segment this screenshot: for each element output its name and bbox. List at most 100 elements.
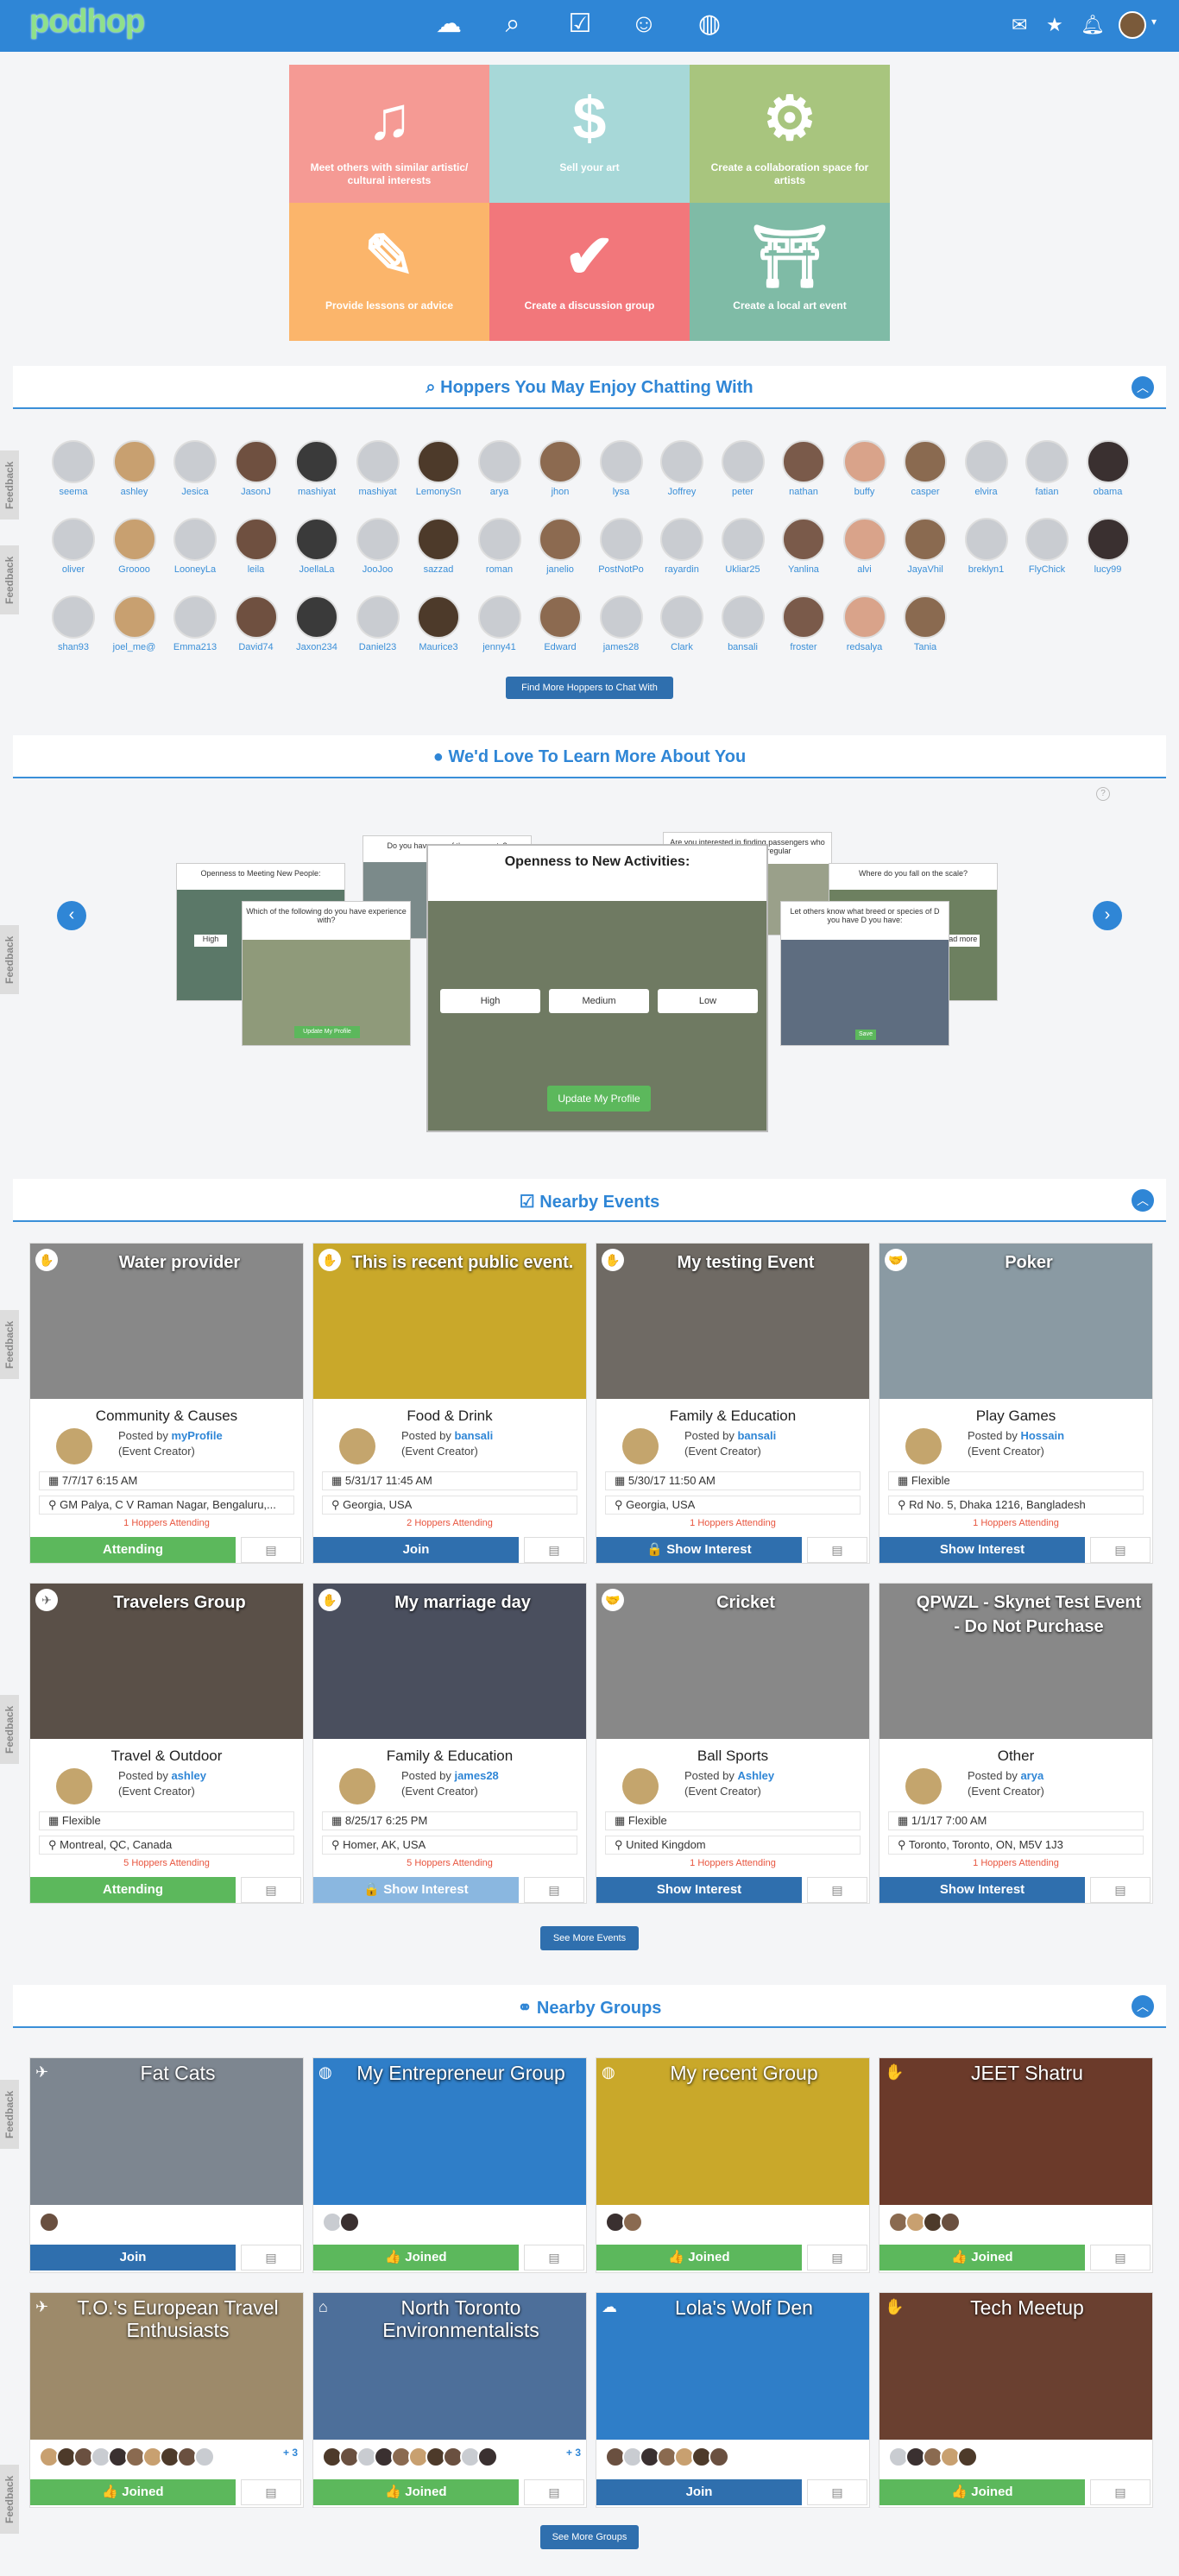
option-button[interactable]: High (194, 935, 227, 947)
group-action-button[interactable]: 👍 Joined (30, 2479, 236, 2505)
see-more-events-button[interactable]: See More Events (540, 1926, 639, 1950)
cloud-icon[interactable]: ☁ (430, 5, 468, 43)
update-profile-button[interactable]: Update My Profile (547, 1086, 651, 1112)
event-title[interactable]: Poker (914, 1250, 1144, 1275)
hopper-item[interactable]: Jesica (165, 440, 225, 497)
hopper-item[interactable]: james28 (591, 595, 652, 652)
mail-icon[interactable]: ✉ (1012, 14, 1027, 36)
groups-icon[interactable]: ☺ (625, 5, 663, 43)
event-action-button[interactable]: Join (313, 1537, 519, 1563)
poster-link[interactable]: ashley (171, 1769, 205, 1782)
group-title[interactable]: JEET Shatru (911, 2062, 1144, 2084)
hopper-item[interactable]: Ukliar25 (713, 518, 773, 575)
poster-link[interactable]: bansali (454, 1429, 493, 1442)
hopper-item[interactable]: arya (470, 440, 530, 497)
carousel-prev-button[interactable]: ‹ (57, 901, 86, 930)
intent-tile[interactable]: ⚙ Create a collaboration space for artist… (690, 65, 890, 203)
poster-avatar[interactable] (339, 1768, 375, 1804)
question-card[interactable]: Which of the following do you have exper… (242, 901, 411, 1046)
intent-tile[interactable]: $ Sell your art (489, 65, 690, 203)
document-icon[interactable]: ▤ (524, 2245, 584, 2271)
hopper-item[interactable]: elvira (956, 440, 1017, 497)
hopper-item[interactable]: David74 (226, 595, 287, 652)
podhop-logo[interactable]: podhop (29, 3, 145, 41)
question-card-active[interactable]: Openness to New Activities: High Medium … (426, 844, 768, 1132)
hopper-item[interactable]: buffy (835, 440, 895, 497)
search-people-icon[interactable]: ⌕ (494, 5, 532, 43)
user-avatar[interactable] (1119, 11, 1146, 39)
see-more-groups-button[interactable]: See More Groups (540, 2525, 639, 2549)
poster-avatar[interactable] (56, 1768, 92, 1804)
hopper-item[interactable]: PostNotPo (591, 518, 652, 575)
document-icon[interactable]: ▤ (807, 1537, 867, 1563)
hopper-item[interactable]: casper (895, 440, 955, 497)
hopper-item[interactable]: Groooo (104, 518, 165, 575)
feedback-tab[interactable]: Feedback (0, 925, 19, 994)
intent-tile[interactable]: ♫ Meet others with similar artistic/ cult… (289, 65, 489, 203)
document-icon[interactable]: ▤ (524, 1537, 584, 1563)
hopper-item[interactable]: bansali (713, 595, 773, 652)
feedback-tab[interactable]: Feedback (0, 450, 19, 520)
document-icon[interactable]: ▤ (1090, 2245, 1151, 2271)
event-card[interactable]: ✈ Travelers Group Travel & Outdoor Posted b… (29, 1583, 304, 1904)
hopper-item[interactable]: Maurice3 (408, 595, 469, 652)
question-card[interactable]: Let others know what breed or species of… (780, 901, 949, 1046)
calendar-check-icon[interactable]: ☑ (561, 5, 599, 43)
poster-avatar[interactable] (905, 1768, 942, 1804)
event-card[interactable]: QPWZL - Skynet Test Event - Do Not Purch… (879, 1583, 1153, 1904)
hopper-item[interactable]: ashley (104, 440, 165, 497)
poster-avatar[interactable] (339, 1428, 375, 1464)
bell-icon[interactable]: 🔔︎ (1081, 14, 1105, 36)
document-icon[interactable]: ▤ (807, 1877, 867, 1903)
document-icon[interactable]: ▤ (241, 2479, 301, 2505)
poster-link[interactable]: Ashley (737, 1769, 774, 1782)
hopper-item[interactable]: mashiyat (348, 440, 408, 497)
group-title[interactable]: My recent Group (627, 2062, 861, 2084)
member-avatar[interactable] (339, 2212, 360, 2233)
group-title[interactable]: My Entrepreneur Group (344, 2062, 577, 2084)
find-more-hoppers-button[interactable]: Find More Hoppers to Chat With (506, 677, 673, 699)
event-card[interactable]: 🤝 Poker Play Games Posted by Hossain (Event … (879, 1243, 1153, 1564)
hopper-item[interactable]: froster (773, 595, 834, 652)
hopper-item[interactable]: roman (470, 518, 530, 575)
member-avatar[interactable] (622, 2212, 643, 2233)
hopper-item[interactable]: lucy99 (1078, 518, 1138, 575)
group-action-button[interactable]: 👍 Joined (880, 2479, 1085, 2505)
document-icon[interactable]: ▤ (807, 2245, 867, 2271)
intent-tile[interactable]: ⛩ Create a local art event (690, 203, 890, 341)
hopper-item[interactable]: seema (43, 440, 104, 497)
group-title[interactable]: Lola's Wolf Den (627, 2296, 861, 2319)
document-icon[interactable]: ▤ (807, 2479, 867, 2505)
group-action-button[interactable]: Join (596, 2479, 802, 2505)
intent-tile[interactable]: ✎ Provide lessons or advice (289, 203, 489, 341)
hopper-item[interactable]: LemonySn (408, 440, 469, 497)
group-card[interactable]: ✈ Fat Cats Join ▤ (29, 2057, 304, 2273)
group-card[interactable]: ✋ JEET Shatru 👍 Joined ▤ (879, 2057, 1153, 2273)
hopper-item[interactable]: Joffrey (652, 440, 712, 497)
event-title[interactable]: This is recent public event. (348, 1250, 577, 1275)
event-title[interactable]: Travelers Group (65, 1590, 294, 1615)
hopper-item[interactable]: joel_me@ (104, 595, 165, 652)
document-icon[interactable]: ▤ (1090, 2479, 1151, 2505)
help-icon[interactable]: ? (1096, 787, 1110, 801)
option-high-button[interactable]: High (440, 989, 540, 1013)
save-button-small[interactable]: Save (855, 1030, 876, 1040)
hopper-item[interactable]: JooJoo (348, 518, 408, 575)
group-card[interactable]: ⌂ North Toronto Environmentalists + 3 👍 Joi… (312, 2292, 587, 2508)
document-icon[interactable]: ▤ (524, 2479, 584, 2505)
group-action-button[interactable]: 👍 Joined (313, 2245, 519, 2271)
hopper-item[interactable]: breklyn1 (956, 518, 1017, 575)
hopper-item[interactable]: Emma213 (165, 595, 225, 652)
hopper-item[interactable]: leila (226, 518, 287, 575)
group-action-button[interactable]: 👍 Joined (313, 2479, 519, 2505)
poster-avatar[interactable] (56, 1428, 92, 1464)
feedback-tab[interactable]: Feedback (0, 1310, 19, 1379)
hopper-item[interactable]: FlyChick (1017, 518, 1077, 575)
event-title[interactable]: My testing Event (631, 1250, 861, 1275)
star-icon[interactable]: ★ (1046, 14, 1063, 36)
hopper-item[interactable]: JoellaLa (287, 518, 347, 575)
intent-tile[interactable]: ✔ Create a discussion group (489, 203, 690, 341)
group-title[interactable]: Tech Meetup (911, 2296, 1144, 2319)
event-title[interactable]: My marriage day (348, 1590, 577, 1615)
hopper-item[interactable]: fatian (1017, 440, 1077, 497)
